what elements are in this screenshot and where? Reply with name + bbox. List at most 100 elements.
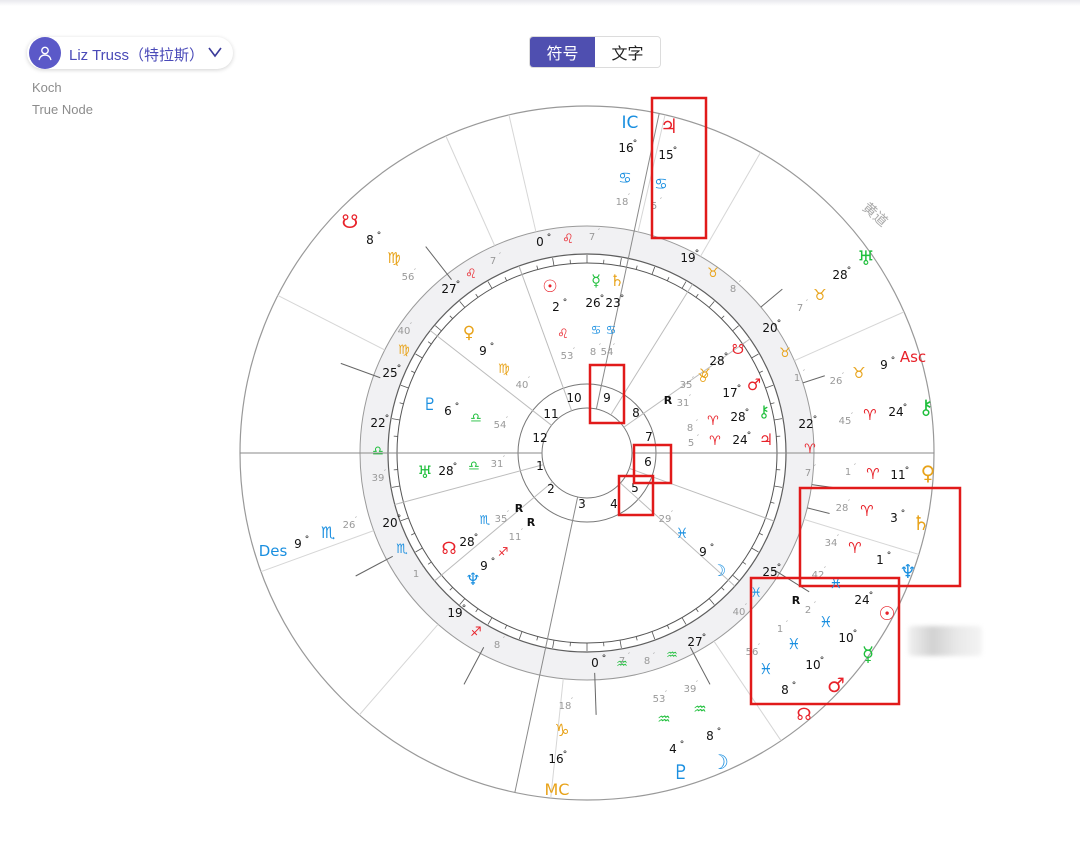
cancer-sign-icon: ♋ — [618, 169, 631, 187]
south-node-degree: 8 — [366, 233, 374, 247]
minute-symbol: ′ — [660, 197, 662, 207]
cusp-11-minute: 40 — [398, 326, 411, 337]
moon-minute: 39 — [684, 684, 697, 695]
cusp-10-sign-icon: ♎ — [372, 444, 384, 459]
degree-symbol: ° — [474, 533, 479, 543]
south-node-natal-minute: 35 — [680, 380, 693, 391]
jupiter-natal-degree: 24 — [732, 433, 747, 447]
degree-symbol: ° — [847, 266, 852, 276]
cusp-1-sign-icon: ♌ — [562, 232, 574, 247]
pisces-sign-icon: ♓ — [787, 635, 800, 653]
outer-division-line — [508, 114, 537, 232]
outer-division-line — [445, 135, 496, 246]
venus-degree: 11 — [890, 468, 905, 482]
minute-symbol: ′ — [384, 469, 386, 479]
pisces-sign-icon: ♓ — [829, 574, 842, 592]
degree-symbol: ° — [600, 294, 605, 304]
minute-symbol: ′ — [814, 464, 816, 474]
chiron-icon: ⚷ — [919, 395, 934, 419]
mars-degree-2: 8 — [781, 683, 789, 697]
cancer-sign-icon: ♋ — [606, 323, 617, 337]
house-number-7: 7 — [645, 430, 653, 444]
degree-symbol: ° — [547, 233, 552, 243]
cusp-9-degree: 20 — [382, 516, 397, 530]
degree-symbol: ° — [456, 280, 461, 290]
house-number-1: 1 — [536, 459, 544, 473]
sun-natal-degree: 2 — [552, 300, 560, 314]
north-node-natal-minute: 35 — [495, 514, 508, 525]
chiron-natal-degree: 28 — [730, 410, 745, 424]
degree-symbol: ° — [462, 604, 467, 614]
minute-symbol: ′ — [786, 620, 788, 630]
degree-symbol: ° — [737, 384, 742, 394]
pisces-degree: 9 — [699, 545, 707, 559]
planet-pointer-line — [355, 555, 393, 577]
degree-symbol: ° — [633, 139, 638, 149]
venus-minute: 1 — [845, 467, 851, 478]
house-number-3: 3 — [578, 497, 586, 511]
cusp-9-minute: 1 — [413, 569, 419, 580]
ic-label: IC — [622, 113, 639, 133]
house-number-10: 10 — [566, 391, 581, 405]
minute-symbol: ′ — [671, 510, 673, 520]
pluto-degree: 4 — [669, 742, 677, 756]
outer-division-line — [700, 152, 761, 257]
degree-symbol: ° — [777, 563, 782, 573]
pluto-natal-icon: ♇ — [422, 395, 437, 415]
pisces-sign-icon: ♓ — [819, 613, 832, 631]
degree-symbol: ° — [724, 352, 729, 362]
planet-pointer-line — [463, 647, 485, 685]
minute-symbol: ′ — [837, 534, 839, 544]
jupiter-natal-minute: 5 — [688, 438, 694, 449]
moon-icon: ☽ — [711, 750, 729, 774]
aries-sign-icon: ♈ — [709, 434, 721, 449]
pluto-icon: ♇ — [672, 760, 690, 784]
minute-symbol: ′ — [571, 697, 573, 707]
asc-label: Asc — [900, 348, 926, 366]
sun-natal-minute: 53 — [561, 351, 574, 362]
pluto-natal-degree: 6 — [444, 404, 452, 418]
minute-symbol: ′ — [528, 376, 530, 386]
taurus-sign-icon: ♉ — [698, 371, 709, 385]
retrograde-marker: R — [515, 502, 524, 515]
degree-symbol: ° — [777, 319, 782, 329]
degree-symbol: ° — [905, 466, 910, 476]
south-node-minute: 56 — [402, 272, 415, 283]
minute-symbol: ′ — [503, 636, 505, 646]
cusp-4-sign-icon: ♈ — [804, 442, 816, 457]
cancer-sign-icon: ♋ — [591, 323, 602, 337]
uranus-minute: 7 — [797, 303, 803, 314]
degree-symbol: ° — [820, 656, 825, 666]
cusp-1-minute: 7 — [589, 232, 595, 243]
degree-symbol: ° — [813, 415, 818, 425]
cusp-8-minute: 8 — [494, 640, 500, 651]
minute-symbol: ′ — [521, 528, 523, 538]
minute-symbol: ′ — [739, 280, 741, 290]
jupiter-degree: 15 — [658, 148, 673, 162]
house-number-9: 9 — [603, 391, 611, 405]
taurus-sign-icon: ♉ — [813, 286, 826, 304]
retrograde-marker: R — [527, 516, 536, 529]
degree-symbol: ° — [602, 654, 607, 664]
house-number-6: 6 — [644, 455, 652, 469]
retrograde-marker: R — [664, 394, 673, 407]
minute-symbol: ′ — [848, 499, 850, 509]
mars-natal-degree: 17 — [722, 386, 737, 400]
scorpio-sign-icon: ♏ — [480, 513, 491, 527]
aries-sign-icon: ♈ — [866, 465, 879, 483]
mercury-degree: 10 — [838, 631, 853, 645]
chiron-natal-icon: ⚷ — [758, 402, 770, 421]
minute-symbol: ′ — [598, 228, 600, 238]
planet-pointer-line — [689, 647, 711, 685]
pisces-sign-icon: ♓ — [676, 526, 689, 542]
aries-sign-icon: ♈ — [863, 406, 876, 424]
minute-symbol: ′ — [503, 455, 505, 465]
degree-symbol: ° — [887, 551, 892, 561]
cusp-10-minute: 39 — [372, 473, 385, 484]
mercury-natal-minute: 8 — [590, 347, 596, 358]
north-node-natal-icon: ☊ — [441, 539, 456, 559]
sun-degree: 24 — [854, 593, 869, 607]
house-number-11: 11 — [543, 407, 558, 421]
degree-symbol: ° — [710, 543, 715, 553]
des-degree: 9 — [294, 537, 302, 551]
